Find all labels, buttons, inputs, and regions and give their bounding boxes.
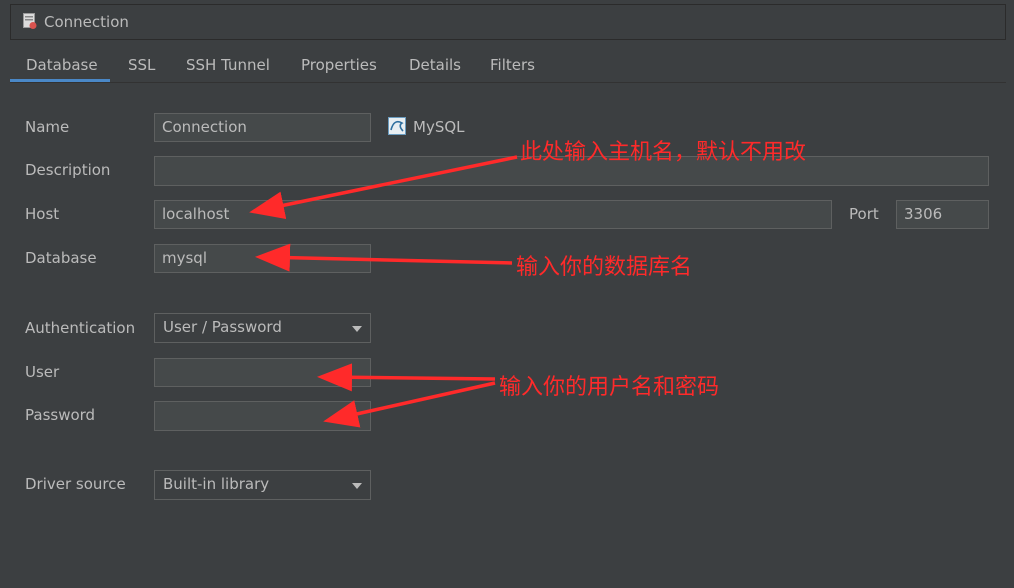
tab-filters[interactable]: Filters	[490, 56, 535, 74]
authentication-value: User / Password	[163, 318, 282, 336]
authentication-select[interactable]: User / Password	[154, 313, 371, 343]
credentials-annotation: 输入你的用户名和密码	[499, 375, 720, 400]
chevron-down-icon	[352, 326, 362, 332]
window-title-bar: Connection	[10, 4, 1006, 40]
annotation-arrows	[249, 155, 518, 428]
host-annotation: 此处输入主机名，默认不用改	[520, 140, 807, 165]
name-label: Name	[25, 118, 70, 136]
user-label: User	[25, 363, 60, 381]
mysql-icon	[388, 117, 406, 135]
tabs-divider	[10, 82, 1006, 83]
database-input[interactable]: mysql	[154, 244, 371, 273]
host-label: Host	[25, 205, 60, 223]
driver-source-value: Built-in library	[163, 475, 270, 493]
tab-ssl[interactable]: SSL	[128, 56, 155, 74]
host-input[interactable]: localhost	[154, 200, 832, 229]
name-input[interactable]: Connection	[154, 113, 371, 142]
chevron-down-icon	[352, 483, 362, 489]
authentication-label: Authentication	[25, 319, 136, 337]
tab-database[interactable]: Database	[26, 56, 98, 74]
driver-source-label: Driver source	[25, 475, 126, 493]
port-label: Port	[849, 205, 879, 223]
description-label: Description	[25, 161, 111, 179]
tab-properties[interactable]: Properties	[301, 56, 377, 74]
port-input[interactable]: 3306	[896, 200, 989, 229]
password-input[interactable]	[154, 401, 371, 431]
db-type-label: MySQL	[413, 118, 465, 136]
connection-icon	[23, 13, 37, 29]
database-label: Database	[25, 249, 97, 267]
user-input[interactable]	[154, 358, 371, 387]
tab-ssh-tunnel[interactable]: SSH Tunnel	[186, 56, 270, 74]
window-title: Connection	[44, 13, 129, 31]
database-annotation: 输入你的数据库名	[516, 255, 693, 280]
active-tab-indicator	[10, 79, 110, 82]
driver-source-select[interactable]: Built-in library	[154, 470, 371, 500]
password-label: Password	[25, 406, 96, 424]
tab-details[interactable]: Details	[409, 56, 461, 74]
